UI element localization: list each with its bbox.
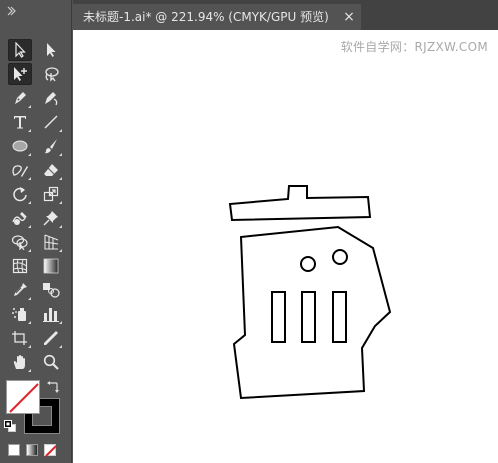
mesh-icon	[12, 258, 28, 274]
blend-icon	[43, 283, 60, 298]
column-graph-icon	[43, 308, 59, 322]
arrow-plus-icon	[14, 67, 27, 81]
selection-tool[interactable]	[8, 39, 32, 61]
none-slash-icon	[9, 383, 39, 413]
warp-tool[interactable]	[8, 207, 32, 229]
color-mode-button[interactable]	[8, 444, 20, 456]
zoom-icon	[43, 354, 59, 370]
column-graph-tool[interactable]	[39, 303, 63, 325]
hand-tool[interactable]	[8, 351, 32, 373]
eyedropper-tool[interactable]	[8, 279, 32, 301]
mesh-tool[interactable]	[8, 255, 32, 277]
trash-lid-shape	[228, 185, 372, 222]
trash-can-artwork[interactable]	[73, 30, 498, 463]
fill-swatch[interactable]	[6, 380, 40, 414]
perspective-grid-icon	[44, 234, 59, 250]
arrow-filled-icon	[47, 43, 56, 57]
slice-tool[interactable]	[39, 327, 63, 349]
swap-fill-stroke-icon[interactable]	[46, 380, 60, 394]
none-slash-icon	[45, 445, 57, 457]
puppet-warp-tool[interactable]	[39, 207, 63, 229]
shaper-icon	[12, 165, 28, 177]
curvature-pen-icon	[45, 92, 58, 106]
scale-tool[interactable]	[39, 183, 63, 205]
scale-icon	[43, 186, 59, 202]
trash-circle-left	[300, 256, 316, 272]
none-mode-button[interactable]	[44, 444, 57, 457]
lasso-icon	[45, 67, 59, 82]
hand-icon	[13, 355, 25, 369]
symbol-sprayer-tool[interactable]	[8, 303, 32, 325]
eraser-icon	[44, 164, 58, 176]
symbol-sprayer-icon	[12, 308, 26, 321]
type-icon	[14, 116, 26, 129]
pen-icon	[15, 92, 26, 104]
line-icon	[44, 115, 58, 129]
trash-slot-left	[271, 291, 286, 343]
gradient-mode-button[interactable]	[26, 444, 38, 456]
default-fill-stroke-icon[interactable]	[4, 420, 16, 432]
shape-builder-tool[interactable]	[8, 231, 32, 253]
slice-icon	[44, 331, 58, 345]
pin-icon	[43, 211, 58, 226]
direct-selection-tool[interactable]	[39, 39, 63, 61]
type-tool[interactable]	[8, 111, 32, 133]
eyedropper-icon	[14, 283, 27, 296]
gradient-tool[interactable]	[39, 255, 63, 277]
ellipse-icon	[12, 140, 28, 152]
lasso-tool[interactable]	[39, 63, 63, 85]
arrow-outline-icon	[15, 42, 26, 58]
paintbrush-tool[interactable]	[39, 135, 63, 157]
trash-slot-right	[332, 291, 347, 343]
line-segment-tool[interactable]	[39, 111, 63, 133]
perspective-grid-tool[interactable]	[39, 231, 63, 253]
warp-icon	[12, 212, 27, 225]
trash-circle-right	[332, 249, 348, 265]
curvature-tool[interactable]	[39, 87, 63, 109]
tools-panel	[0, 0, 72, 463]
zoom-tool[interactable]	[39, 351, 63, 373]
artboard-icon	[12, 331, 27, 345]
ellipse-tool[interactable]	[8, 135, 32, 157]
pen-tool[interactable]	[8, 87, 32, 109]
blend-tool[interactable]	[39, 279, 63, 301]
gradient-icon	[43, 258, 59, 274]
artboard-canvas[interactable]: 软件自学网：RJZXW.COM	[73, 30, 498, 463]
shaper-tool[interactable]	[8, 159, 32, 181]
trash-body-shape	[232, 225, 392, 400]
document-tab[interactable]: 未标题-1.ai* @ 221.94% (CMYK/GPU 预览)	[73, 4, 361, 30]
eraser-tool[interactable]	[39, 159, 63, 181]
panel-collapse-icon[interactable]	[6, 6, 16, 16]
shape-builder-icon	[11, 235, 28, 250]
trash-slot-middle	[301, 291, 316, 343]
brush-icon	[44, 139, 57, 154]
rotate-icon	[13, 187, 27, 202]
artboard-tool[interactable]	[8, 327, 32, 349]
magic-wand-tool[interactable]	[8, 63, 32, 85]
document-tab-bar: 未标题-1.ai* @ 221.94% (CMYK/GPU 预览) ×	[73, 0, 498, 30]
color-mode-buttons	[8, 444, 57, 457]
rotate-tool[interactable]	[8, 183, 32, 205]
close-tab-icon[interactable]: ×	[341, 4, 357, 30]
